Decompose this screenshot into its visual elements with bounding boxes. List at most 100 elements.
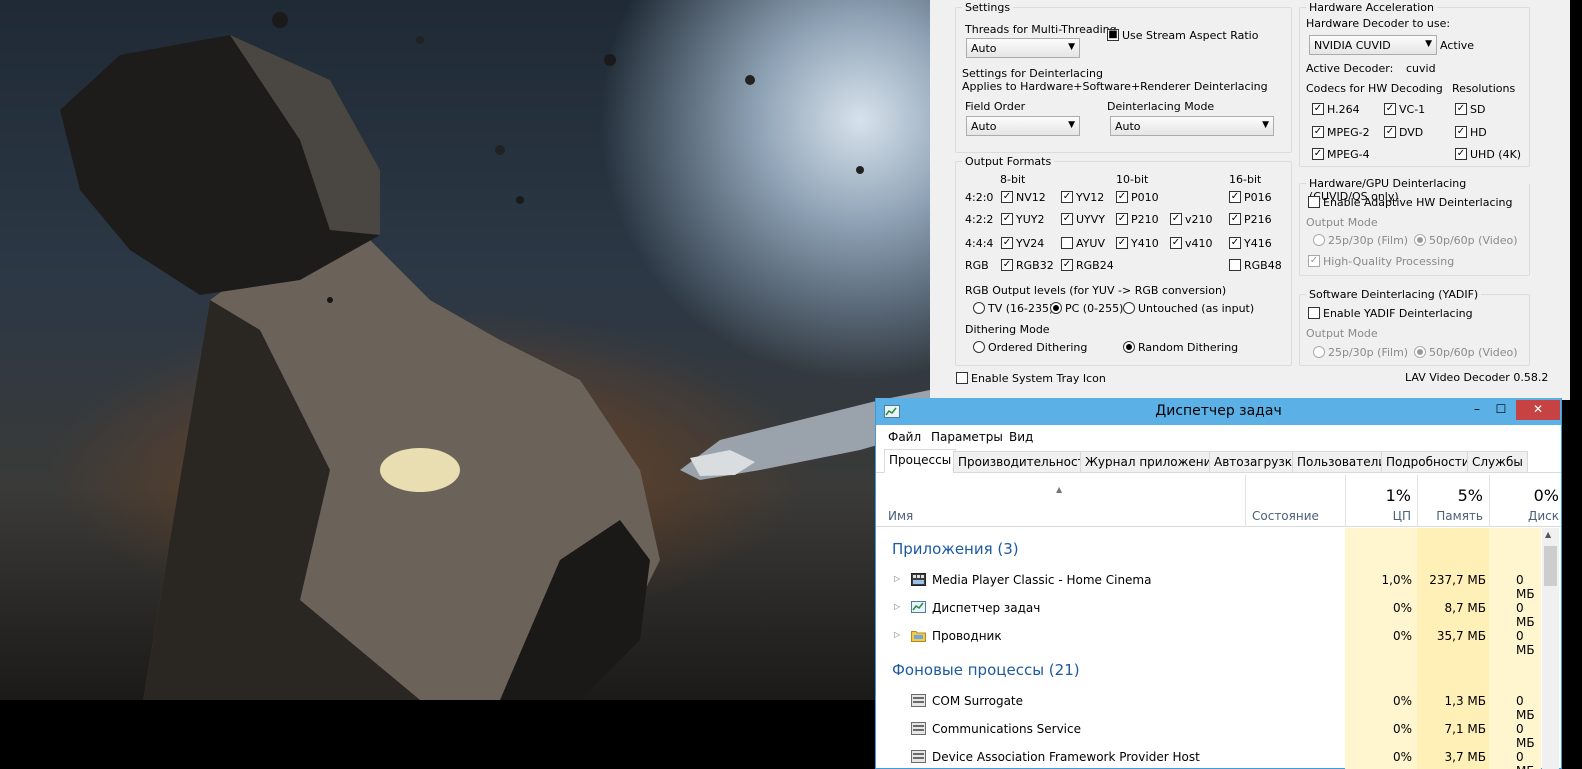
untouched-radio[interactable] (1123, 302, 1135, 314)
tab-processes[interactable]: Процессы (884, 449, 957, 473)
ordered-dithering-radio[interactable] (973, 341, 985, 353)
rgb24-checkbox[interactable]: ✓ (1061, 259, 1073, 271)
tab-details[interactable]: Подробности (1381, 451, 1475, 473)
list-item[interactable]: COM Surrogate 0% 1,3 МБ 0 МБ (876, 687, 1538, 722)
hw-decoder-status: Active (1440, 39, 1475, 52)
vertical-scrollbar[interactable]: ▲ (1542, 528, 1559, 769)
tab-app-history[interactable]: Журнал приложений (1080, 451, 1225, 473)
hd-checkbox[interactable]: ✓ (1455, 126, 1467, 138)
y416-checkbox[interactable]: ✓ (1229, 237, 1241, 249)
menu-view[interactable]: Вид (1009, 430, 1033, 444)
mpeg4-checkbox[interactable]: ✓ (1312, 148, 1324, 160)
ordered-dithering-label: Ordered Dithering (988, 341, 1088, 354)
menu-options[interactable]: Параметры (931, 430, 1003, 444)
expand-arrow-icon[interactable]: ▷ (894, 630, 900, 639)
column-cpu-label: ЦП (1392, 509, 1411, 523)
list-item[interactable]: ▷ Диспетчер задач 0% 8,7 МБ 0 МБ (876, 594, 1538, 629)
p016-label: P016 (1244, 191, 1272, 204)
sw-deinterlacing-legend: Software Deinterlacing (YADIF) (1306, 288, 1482, 301)
rgb32-checkbox[interactable]: ✓ (1001, 259, 1013, 271)
yv12-checkbox[interactable]: ✓ (1061, 191, 1073, 203)
p210-checkbox[interactable]: ✓ (1116, 213, 1128, 225)
random-dithering-radio[interactable] (1123, 341, 1135, 353)
yv12-label: YV12 (1076, 191, 1105, 204)
column-state[interactable]: Состояние (1245, 475, 1345, 527)
bit8-header: 8-bit (1000, 173, 1026, 186)
sw-video-radio[interactable] (1414, 346, 1426, 358)
sw-film-radio[interactable] (1313, 346, 1325, 358)
hw-video-radio[interactable] (1414, 234, 1426, 246)
list-item[interactable]: ▷ Media Player Classic - Home Cinema 1,0… (876, 566, 1538, 601)
scroll-up-icon[interactable]: ▲ (1545, 530, 1551, 539)
stream-aspect-checkbox[interactable]: ■ (1107, 29, 1119, 41)
tab-users[interactable]: Пользователи (1292, 451, 1392, 473)
yuy2-checkbox[interactable]: ✓ (1001, 213, 1013, 225)
hw-decoder-label: Hardware Decoder to use: (1306, 17, 1451, 30)
hw-film-radio[interactable] (1313, 234, 1325, 246)
yv24-checkbox[interactable]: ✓ (1001, 237, 1013, 249)
maximize-button[interactable]: ☐ (1488, 400, 1514, 420)
tab-performance[interactable]: Производительность (953, 451, 1097, 473)
process-memory: 7,1 МБ (1444, 722, 1486, 736)
tab-services[interactable]: Службы (1467, 451, 1528, 473)
field-order-select[interactable]: Auto ▼ (966, 116, 1080, 136)
close-button[interactable]: ✕ (1516, 400, 1560, 420)
process-name: COM Surrogate (932, 694, 1024, 708)
task-manager-titlebar[interactable]: Диспетчер задач – ☐ ✕ (876, 398, 1561, 425)
nv12-checkbox[interactable]: ✓ (1001, 191, 1013, 203)
v410-checkbox[interactable]: ✓ (1170, 237, 1182, 249)
pc-range-radio[interactable] (1050, 302, 1062, 314)
column-memory[interactable]: 5% Память (1417, 475, 1489, 527)
p010-checkbox[interactable]: ✓ (1116, 191, 1128, 203)
p216-checkbox[interactable]: ✓ (1229, 213, 1241, 225)
list-item[interactable]: Device Association Framework Provider Ho… (876, 743, 1538, 769)
process-disk: 0 МБ (1516, 629, 1535, 657)
hw-decoder-select[interactable]: NVIDIA CUVID ▼ (1309, 35, 1437, 55)
list-item[interactable]: Communications Service 0% 7,1 МБ 0 МБ (876, 715, 1538, 750)
table-header: ▲ Имя Состояние 1% ЦП 5% Память 0% Диск (876, 475, 1561, 527)
expand-arrow-icon[interactable]: ▷ (894, 574, 900, 583)
uhd-checkbox[interactable]: ✓ (1455, 148, 1467, 160)
process-disk: 0 МБ (1516, 750, 1535, 769)
menu-file[interactable]: Файл (888, 430, 921, 444)
column-disk[interactable]: 0% Диск (1489, 475, 1561, 527)
tab-startup[interactable]: Автозагрузка (1209, 451, 1305, 473)
adaptive-hw-deint-checkbox[interactable] (1308, 196, 1320, 208)
threads-select[interactable]: Auto ▼ (966, 38, 1080, 58)
apps-group-header[interactable]: Приложения (3) (892, 540, 1019, 558)
settings-legend: Settings (962, 1, 1014, 14)
service-icon (911, 722, 926, 735)
scroll-thumb[interactable] (1544, 546, 1557, 586)
column-cpu[interactable]: 1% ЦП (1345, 475, 1417, 527)
mpeg2-checkbox[interactable]: ✓ (1312, 126, 1324, 138)
uyvy-checkbox[interactable]: ✓ (1061, 213, 1073, 225)
column-state-label: Состояние (1252, 509, 1319, 523)
system-tray-label: Enable System Tray Icon (971, 372, 1106, 385)
service-icon (911, 694, 926, 707)
process-name: Device Association Framework Provider Ho… (932, 750, 1200, 764)
rgb48-checkbox[interactable] (1229, 259, 1241, 271)
system-tray-checkbox[interactable] (956, 372, 968, 384)
column-name[interactable]: Имя (888, 509, 913, 523)
deinterlacing-mode-select[interactable]: Auto ▼ (1110, 116, 1274, 136)
y410-checkbox[interactable]: ✓ (1116, 237, 1128, 249)
list-item[interactable]: ▷ Проводник 0% 35,7 МБ 0 МБ (876, 622, 1538, 657)
rgb-levels-label: RGB Output levels (for YUV -> RGB conver… (965, 284, 1227, 297)
process-cpu: 0% (1392, 694, 1412, 708)
background-group-header[interactable]: Фоновые процессы (21) (892, 661, 1080, 679)
yadif-checkbox[interactable] (1308, 307, 1320, 319)
v210-checkbox[interactable]: ✓ (1170, 213, 1182, 225)
vc1-checkbox[interactable]: ✓ (1384, 103, 1396, 115)
video-frame (0, 0, 930, 700)
dvd-checkbox[interactable]: ✓ (1384, 126, 1396, 138)
sd-checkbox[interactable]: ✓ (1455, 103, 1467, 115)
tv-range-radio[interactable] (973, 302, 985, 314)
h264-checkbox[interactable]: ✓ (1312, 103, 1324, 115)
ayuv-checkbox[interactable] (1061, 237, 1073, 249)
expand-arrow-icon[interactable]: ▷ (894, 602, 900, 611)
minimize-button[interactable]: – (1464, 400, 1490, 420)
sw-output-mode-label: Output Mode (1306, 327, 1378, 340)
hq-processing-checkbox[interactable]: ✓ (1308, 255, 1320, 267)
p016-checkbox[interactable]: ✓ (1229, 191, 1241, 203)
process-cpu: 0% (1392, 722, 1412, 736)
